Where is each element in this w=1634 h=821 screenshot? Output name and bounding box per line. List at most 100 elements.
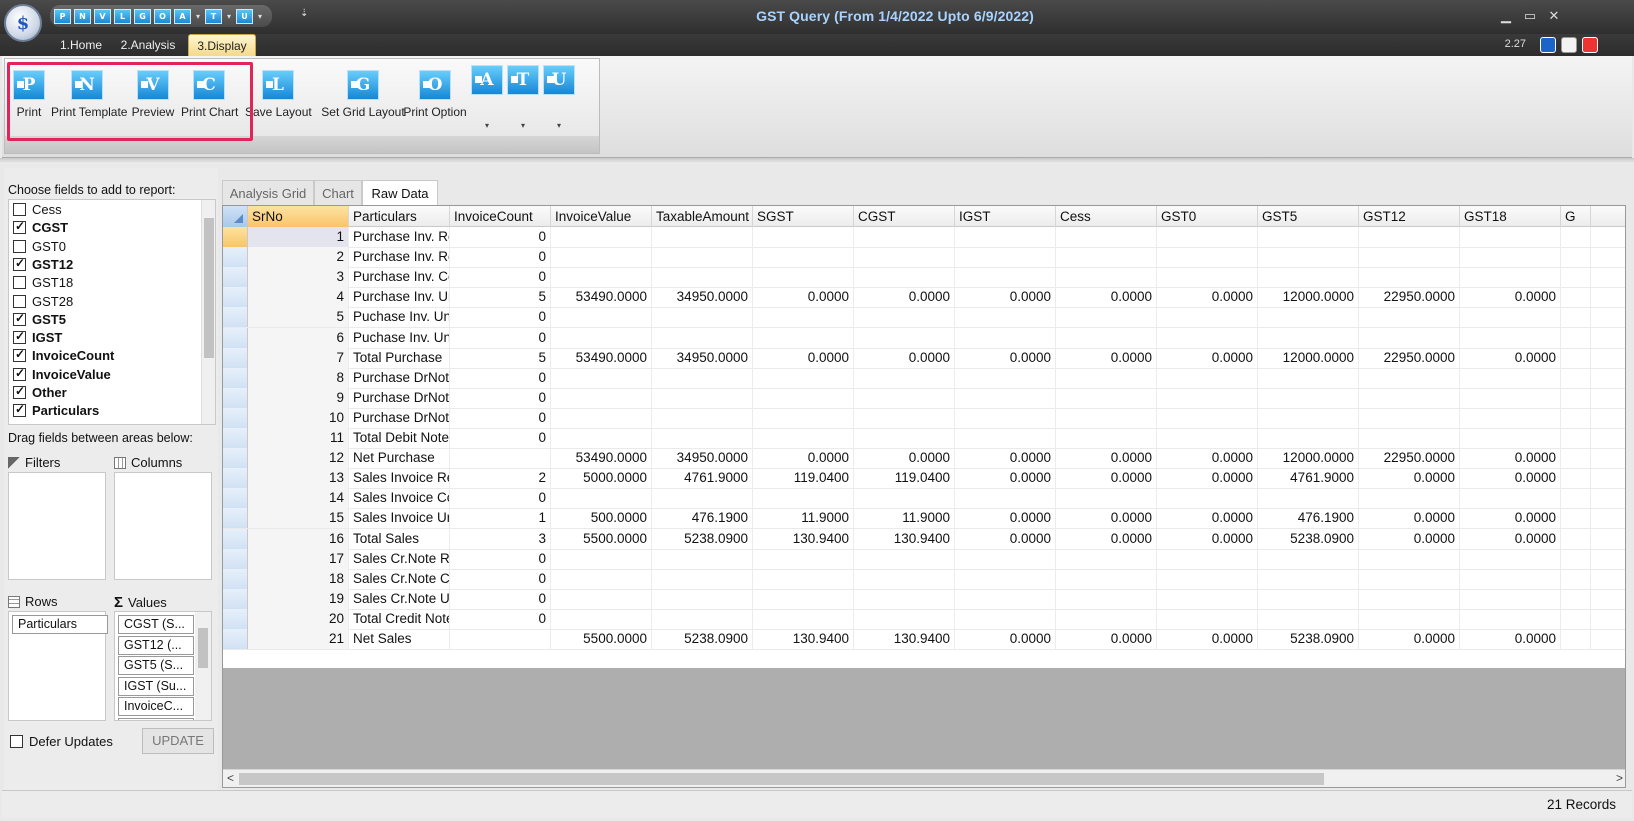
row-selector[interactable] [223, 428, 248, 448]
field-checkbox[interactable] [13, 311, 26, 326]
table-cell[interactable]: 0.0000 [1157, 448, 1258, 469]
table-cell[interactable]: 0 [450, 588, 551, 609]
table-cell[interactable] [753, 548, 854, 569]
table-cell[interactable] [1258, 428, 1359, 448]
table-cell[interactable] [551, 387, 652, 408]
table-cell[interactable] [1460, 247, 1561, 268]
table-cell[interactable] [1258, 387, 1359, 408]
table-cell[interactable] [1460, 267, 1561, 288]
table-cell[interactable] [652, 488, 753, 509]
table-cell[interactable] [955, 327, 1056, 348]
table-cell[interactable] [1561, 428, 1591, 448]
table-cell[interactable]: Sales Invoice Re [349, 468, 450, 489]
table-cell[interactable] [1561, 327, 1591, 348]
table-row[interactable]: 7 Total Purchase 5 53490.0000 34950.0000 0.00… [223, 347, 1625, 369]
table-cell[interactable]: 0.0000 [1056, 629, 1157, 649]
table-cell[interactable]: Purchase Inv. Un [349, 287, 450, 308]
table-cell[interactable] [551, 267, 652, 288]
table-cell[interactable] [1460, 327, 1561, 348]
table-cell[interactable] [753, 267, 854, 288]
table-cell[interactable]: 119.0400 [854, 468, 955, 489]
table-cell[interactable] [1561, 387, 1591, 408]
table-cell[interactable] [1359, 548, 1460, 569]
table-cell[interactable] [1258, 227, 1359, 247]
field-list-scrollbar[interactable] [201, 200, 215, 424]
field-item[interactable]: GST18 [13, 273, 73, 292]
table-cell[interactable] [753, 568, 854, 589]
table-cell[interactable] [1460, 307, 1561, 328]
table-cell[interactable] [1157, 608, 1258, 629]
table-cell[interactable] [753, 247, 854, 268]
table-cell[interactable]: 0.0000 [1056, 287, 1157, 308]
table-cell[interactable]: 130.9400 [753, 528, 854, 549]
table-row[interactable]: 18 Sales Cr.Note Co 0 [223, 568, 1625, 590]
field-checkbox[interactable] [13, 366, 26, 381]
table-cell[interactable] [955, 428, 1056, 448]
grid-scroll-thumb[interactable] [239, 773, 1324, 785]
table-cell[interactable] [1157, 407, 1258, 428]
row-selector[interactable] [223, 327, 248, 348]
table-cell[interactable]: Purchase DrNote [349, 387, 450, 408]
table-cell[interactable] [1359, 387, 1460, 408]
table-cell[interactable] [1561, 608, 1591, 629]
table-cell[interactable]: 13 [248, 468, 349, 489]
table-cell[interactable]: 0.0000 [854, 287, 955, 308]
maximize-button[interactable]: ▭ [1520, 8, 1540, 24]
table-row[interactable]: 13 Sales Invoice Re 2 5000.0000 4761.9000 119… [223, 468, 1625, 490]
field-checkbox[interactable] [13, 329, 26, 345]
table-cell[interactable] [1157, 267, 1258, 288]
table-cell[interactable] [1258, 488, 1359, 509]
table-cell[interactable]: 0.0000 [1157, 508, 1258, 529]
table-cell[interactable] [652, 568, 753, 589]
table-cell[interactable]: Sales Cr.Note Re [349, 548, 450, 569]
table-cell[interactable]: 130.9400 [854, 528, 955, 549]
table-cell[interactable] [1359, 608, 1460, 629]
table-cell[interactable]: Sales Cr.Note Co [349, 568, 450, 589]
table-cell[interactable] [753, 608, 854, 629]
table-cell[interactable] [1056, 267, 1157, 288]
table-cell[interactable] [955, 548, 1056, 569]
table-cell[interactable]: 4761.9000 [1258, 468, 1359, 489]
table-cell[interactable] [955, 608, 1056, 629]
table-cell[interactable] [1056, 588, 1157, 609]
table-cell[interactable] [1157, 387, 1258, 408]
table-cell[interactable] [1460, 367, 1561, 388]
table-cell[interactable] [652, 307, 753, 328]
table-cell[interactable]: 5238.0900 [652, 629, 753, 649]
field-item[interactable]: InvoiceCount [13, 346, 114, 365]
table-cell[interactable] [1460, 548, 1561, 569]
table-cell[interactable]: Purchase DrNote [349, 407, 450, 428]
column-header[interactable]: GST18 [1460, 206, 1561, 227]
field-list[interactable]: Cess CGST GST0 GST12 GST18 GST28 GST5 IGST Invoi… [8, 199, 216, 425]
table-cell[interactable]: Purchase DrNote [349, 367, 450, 388]
table-cell[interactable] [450, 448, 551, 469]
table-cell[interactable]: 0 [450, 227, 551, 247]
table-cell[interactable]: Net Purchase [349, 448, 450, 469]
table-cell[interactable] [1258, 327, 1359, 348]
table-cell[interactable]: 5 [450, 347, 551, 368]
tab-chart[interactable]: Chart [314, 180, 362, 206]
table-row[interactable]: 14 Sales Invoice Co 0 [223, 488, 1625, 510]
table-cell[interactable] [652, 548, 753, 569]
table-cell[interactable]: 0.0000 [1056, 448, 1157, 469]
table-cell[interactable] [551, 568, 652, 589]
table-cell[interactable]: 0.0000 [753, 448, 854, 469]
row-selector[interactable] [223, 588, 248, 609]
table-cell[interactable] [551, 548, 652, 569]
table-cell[interactable] [1359, 428, 1460, 448]
table-row[interactable]: 4 Purchase Inv. Un 5 53490.0000 34950.0000 0.… [223, 287, 1625, 309]
help-icon[interactable] [1540, 37, 1556, 53]
field-checkbox[interactable] [13, 276, 26, 290]
table-cell[interactable]: 5238.0900 [1258, 629, 1359, 649]
table-cell[interactable] [652, 608, 753, 629]
field-item[interactable]: GST12 [13, 255, 73, 274]
row-field-chip[interactable]: Particulars [12, 615, 108, 634]
table-cell[interactable] [1258, 568, 1359, 589]
table-cell[interactable] [955, 267, 1056, 288]
table-cell[interactable] [1258, 367, 1359, 388]
table-cell[interactable] [652, 367, 753, 388]
table-cell[interactable] [1561, 407, 1591, 428]
table-cell[interactable] [753, 488, 854, 509]
table-cell[interactable]: 0 [450, 488, 551, 509]
table-cell[interactable] [1561, 247, 1591, 268]
